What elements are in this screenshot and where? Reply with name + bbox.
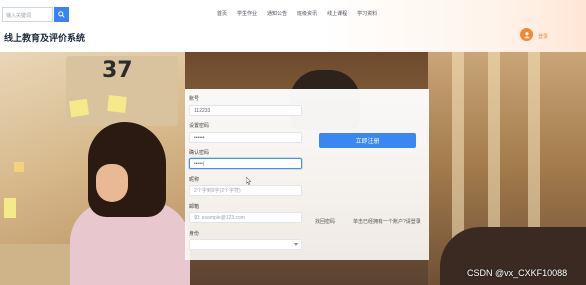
confirm-password-label: 确认密码: [189, 150, 210, 156]
account-input[interactable]: 112233: [189, 105, 302, 116]
nav-item-notices[interactable]: 通知公告: [262, 10, 292, 17]
mouse-cursor-icon: [246, 177, 252, 185]
login-link[interactable]: 登录: [538, 33, 548, 40]
search-button[interactable]: [54, 7, 69, 22]
user-icon: [523, 31, 530, 38]
nav-item-courses[interactable]: 线上课程: [322, 10, 352, 17]
email-label: 邮箱: [189, 204, 200, 210]
search-input[interactable]: 输入关键词: [2, 7, 53, 22]
identity-select[interactable]: [189, 239, 302, 250]
sticky-note: [107, 95, 127, 113]
watermark-text: CSDN @vx_CXKF10088: [467, 268, 568, 278]
register-button[interactable]: 立即注册: [319, 133, 416, 148]
identity-label: 身份: [189, 231, 200, 237]
nickname-label: 昵称: [189, 177, 200, 183]
chevron-down-icon: [294, 243, 298, 246]
top-header: 输入关键词 首页 学生作业 通知公告 班级资讯 线上课程 学习资料 线上教育及评…: [0, 0, 586, 52]
background-number-sign: 37: [102, 58, 133, 83]
background-student-face: [96, 164, 128, 202]
password-label: 设置密码: [189, 123, 210, 129]
register-form: 账号 112233 设置密码 •••••• 确认密码 •••••| 昵称 2个字…: [185, 89, 429, 260]
confirm-password-input[interactable]: •••••|: [189, 158, 302, 169]
sticky-note: [14, 162, 24, 172]
nav-item-class-news[interactable]: 班级资讯: [292, 10, 322, 17]
nav-item-materials[interactable]: 学习资料: [352, 10, 382, 17]
user-avatar[interactable]: [520, 28, 533, 41]
nickname-input[interactable]: 2个字到9字(2个字符): [189, 185, 302, 196]
forgot-password-link[interactable]: 找回密码: [315, 218, 335, 225]
account-label: 账号: [189, 96, 200, 102]
nav-item-home[interactable]: 首页: [212, 10, 232, 17]
email-input[interactable]: 如: example@123.com: [189, 212, 302, 223]
search-icon: [58, 11, 65, 18]
page-title: 线上教育及评价系统: [4, 33, 86, 43]
sticky-note: [68, 98, 90, 118]
sticky-note: [4, 198, 16, 218]
password-input[interactable]: ••••••: [189, 132, 302, 143]
login-instead-link[interactable]: 单击已经拥有一个账户?请登录: [353, 218, 421, 225]
main-nav: 首页 学生作业 通知公告 班级资讯 线上课程 学习资料: [212, 10, 382, 17]
nav-item-homework[interactable]: 学生作业: [232, 10, 262, 17]
